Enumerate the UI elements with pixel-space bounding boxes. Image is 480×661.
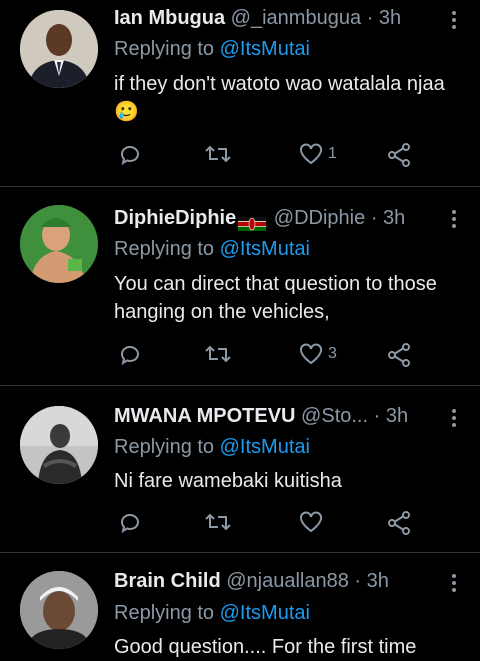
timestamp[interactable]: 3h	[367, 570, 389, 592]
tweet-actions: 1	[114, 142, 424, 172]
retweet-icon	[205, 513, 231, 531]
like-button[interactable]: 1	[298, 142, 337, 166]
share-icon	[388, 511, 410, 535]
tweet-text: You can direct that question to those ha…	[114, 273, 437, 323]
timestamp[interactable]: 3h	[379, 7, 401, 29]
more-options-icon[interactable]	[452, 406, 458, 430]
avatar[interactable]	[20, 406, 98, 484]
display-name[interactable]: Ian Mbugua	[114, 7, 225, 29]
tweet[interactable]: DiphieDiphie @DDiphie · 3h Replying to @…	[0, 187, 480, 386]
like-count: 1	[328, 145, 337, 162]
separator-dot: ·	[354, 570, 362, 592]
retweet-icon	[205, 145, 231, 163]
mention-link[interactable]: @ItsMutai	[220, 602, 310, 624]
separator-dot: ·	[366, 7, 374, 29]
replying-to-label: Replying to	[114, 238, 215, 260]
more-options-icon[interactable]	[452, 571, 458, 595]
replying-to-label: Replying to	[114, 602, 215, 624]
replying-to: Replying to @ItsMutai	[114, 237, 310, 261]
display-name[interactable]: DiphieDiphie	[114, 207, 236, 229]
tweet-text: if they don't watoto wao watalala njaa🥲	[114, 73, 445, 123]
share-button[interactable]	[386, 342, 412, 368]
timestamp[interactable]: 3h	[383, 207, 405, 229]
mention-link[interactable]: @ItsMutai	[220, 38, 310, 60]
retweet-icon	[205, 345, 231, 363]
kenya-flag-icon	[238, 213, 267, 231]
reply-button[interactable]	[118, 510, 142, 534]
like-icon	[300, 343, 322, 365]
tweet-actions: 3	[114, 342, 424, 372]
replying-to-label: Replying to	[114, 38, 215, 60]
reply-button[interactable]	[118, 342, 142, 366]
reply-icon	[121, 514, 139, 534]
like-button[interactable]: 3	[298, 342, 337, 366]
mention-link[interactable]: @ItsMutai	[220, 238, 310, 260]
like-button[interactable]	[298, 510, 328, 534]
avatar[interactable]	[20, 205, 98, 283]
retweet-button[interactable]	[204, 142, 232, 166]
like-count: 3	[328, 345, 337, 362]
share-button[interactable]	[386, 142, 412, 168]
reply-button[interactable]	[118, 142, 142, 166]
display-name[interactable]: MWANA MPOTEVU	[114, 405, 295, 427]
mention-link[interactable]: @ItsMutai	[220, 436, 310, 458]
retweet-button[interactable]	[204, 510, 232, 534]
more-options-icon[interactable]	[452, 8, 458, 32]
display-name[interactable]: Brain Child	[114, 570, 221, 592]
replying-to: Replying to @ItsMutai	[114, 37, 310, 61]
tweet-text: Good question.... For the first time	[114, 636, 417, 658]
user-handle[interactable]: @njauallan88	[226, 570, 349, 592]
user-handle[interactable]: @Sto...	[301, 405, 368, 427]
user-handle[interactable]: @DDiphie	[274, 207, 365, 229]
replying-to: Replying to @ItsMutai	[114, 435, 310, 459]
more-options-icon[interactable]	[452, 207, 458, 231]
retweet-button[interactable]	[204, 342, 232, 366]
separator-dot: ·	[370, 207, 378, 229]
tweet[interactable]: Ian Mbugua @_ianmbugua · 3h Replying to …	[0, 0, 480, 187]
tweet[interactable]: MWANA MPOTEVU @Sto... · 3h Replying to @…	[0, 386, 480, 553]
user-handle[interactable]: @_ianmbugua	[231, 7, 361, 29]
separator-dot: ·	[373, 405, 381, 427]
replying-to-label: Replying to	[114, 436, 215, 458]
avatar[interactable]	[20, 571, 98, 649]
reply-icon	[121, 346, 139, 366]
tweet-actions	[114, 510, 424, 540]
reply-icon	[121, 146, 139, 166]
share-icon	[388, 343, 410, 367]
like-icon	[300, 511, 322, 533]
share-icon	[388, 143, 410, 167]
replying-to: Replying to @ItsMutai	[114, 601, 310, 625]
tweet[interactable]: Brain Child @njauallan88 · 3h Replying t…	[0, 553, 480, 660]
like-icon	[300, 143, 322, 165]
share-button[interactable]	[386, 510, 412, 536]
avatar[interactable]	[20, 10, 98, 88]
timestamp[interactable]: 3h	[386, 405, 408, 427]
tweet-text: Ni fare wamebaki kuitisha	[114, 470, 342, 492]
